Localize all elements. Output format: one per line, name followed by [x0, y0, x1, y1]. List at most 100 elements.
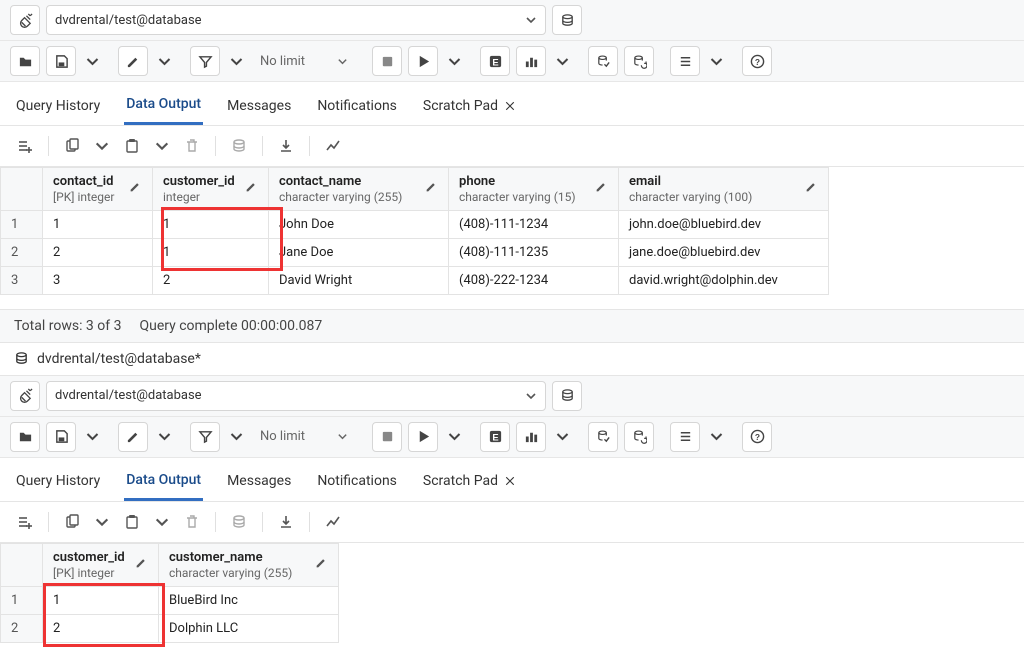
table-row[interactable]: 1 1 BlueBird Inc	[1, 586, 339, 614]
delete-row-button[interactable]	[177, 508, 207, 536]
explain-button[interactable]	[480, 46, 510, 76]
db-info-button[interactable]	[552, 5, 582, 35]
download-button[interactable]	[271, 132, 301, 160]
tab-messages[interactable]: Messages	[225, 467, 293, 499]
edit-more-button[interactable]	[154, 426, 174, 448]
column-header-email[interactable]: emailcharacter varying (100)	[619, 168, 829, 211]
query-tool-panel-2: dvdrental/test@database No limit	[0, 376, 1024, 643]
tab-scratch-pad[interactable]: Scratch Pad	[421, 92, 518, 124]
save-data-button[interactable]	[224, 132, 254, 160]
limit-selector[interactable]: No limit	[252, 46, 356, 76]
limit-selector[interactable]: No limit	[252, 422, 356, 452]
save-more-button[interactable]	[82, 50, 102, 72]
copy-button[interactable]	[57, 132, 87, 160]
save-data-button[interactable]	[224, 508, 254, 536]
column-header-customer-id[interactable]: customer_idinteger	[153, 168, 269, 211]
edit-button[interactable]	[118, 46, 148, 76]
tab-messages[interactable]: Messages	[225, 92, 293, 124]
chevron-down-icon	[525, 14, 537, 26]
pencil-icon[interactable]	[245, 180, 258, 197]
edit-more-button[interactable]	[154, 50, 174, 72]
run-more-button[interactable]	[444, 50, 464, 72]
analyze-more-button[interactable]	[552, 426, 572, 448]
pencil-icon[interactable]	[805, 180, 818, 197]
macros-button[interactable]	[670, 422, 700, 452]
help-button[interactable]	[742, 422, 772, 452]
rollback-button[interactable]	[624, 422, 654, 452]
db-info-button[interactable]	[552, 381, 582, 411]
copy-more-button[interactable]	[93, 132, 111, 160]
commit-button[interactable]	[588, 422, 618, 452]
table-row[interactable]: 1 1 1 John Doe (408)-111-1234 john.doe@b…	[1, 210, 829, 238]
paste-more-button[interactable]	[153, 508, 171, 536]
analyze-button[interactable]	[516, 422, 546, 452]
help-button[interactable]	[742, 46, 772, 76]
disconnect-button[interactable]	[10, 5, 40, 35]
add-row-button[interactable]	[10, 132, 40, 160]
macros-button[interactable]	[670, 46, 700, 76]
filter-more-button[interactable]	[226, 426, 246, 448]
delete-row-button[interactable]	[177, 132, 207, 160]
stop-button[interactable]	[372, 422, 402, 452]
filter-button[interactable]	[190, 422, 220, 452]
disconnect-button[interactable]	[10, 381, 40, 411]
pencil-icon[interactable]	[425, 180, 438, 197]
pencil-icon[interactable]	[135, 556, 148, 573]
open-file-button[interactable]	[10, 422, 40, 452]
table-row[interactable]: 2 2 1 Jane Doe (408)-111-1235 jane.doe@b…	[1, 238, 829, 266]
connection-selector[interactable]: dvdrental/test@database	[46, 381, 546, 411]
save-button[interactable]	[46, 422, 76, 452]
explain-button[interactable]	[480, 422, 510, 452]
paste-button[interactable]	[117, 508, 147, 536]
commit-button[interactable]	[588, 46, 618, 76]
paste-button[interactable]	[117, 132, 147, 160]
tab-query-history[interactable]: Query History	[14, 467, 102, 499]
column-header-customer-name[interactable]: customer_namecharacter varying (255)	[159, 543, 339, 586]
table-row[interactable]: 3 3 2 David Wright (408)-222-1234 david.…	[1, 266, 829, 294]
column-header-customer-id[interactable]: customer_id[PK] integer	[43, 543, 159, 586]
analyze-button[interactable]	[516, 46, 546, 76]
data-grid-2: customer_id[PK] integer customer_namecha…	[0, 543, 1024, 643]
result-table[interactable]: contact_id[PK] integer customer_idintege…	[0, 167, 829, 295]
paste-more-button[interactable]	[153, 132, 171, 160]
graph-button[interactable]	[318, 132, 348, 160]
edit-button[interactable]	[118, 422, 148, 452]
run-button[interactable]	[408, 46, 438, 76]
pencil-icon[interactable]	[595, 180, 608, 197]
copy-more-button[interactable]	[93, 508, 111, 536]
tab-notifications[interactable]: Notifications	[315, 467, 399, 499]
download-button[interactable]	[271, 508, 301, 536]
tab-data-output[interactable]: Data Output	[124, 466, 203, 501]
column-header-contact-id[interactable]: contact_id[PK] integer	[43, 168, 153, 211]
connection-selector[interactable]: dvdrental/test@database	[46, 5, 546, 35]
macros-more-button[interactable]	[706, 50, 726, 72]
save-button[interactable]	[46, 46, 76, 76]
close-icon[interactable]	[504, 100, 516, 112]
filter-more-button[interactable]	[226, 50, 246, 72]
run-more-button[interactable]	[444, 426, 464, 448]
tab-data-output[interactable]: Data Output	[124, 90, 203, 125]
add-row-button[interactable]	[10, 508, 40, 536]
rollback-button[interactable]	[624, 46, 654, 76]
tab-notifications[interactable]: Notifications	[315, 92, 399, 124]
tab-query-history[interactable]: Query History	[14, 92, 102, 124]
result-table[interactable]: customer_id[PK] integer customer_namecha…	[0, 543, 339, 643]
tab-scratch-pad[interactable]: Scratch Pad	[421, 467, 518, 499]
column-header-contact-name[interactable]: contact_namecharacter varying (255)	[269, 168, 449, 211]
analyze-more-button[interactable]	[552, 50, 572, 72]
open-file-button[interactable]	[10, 46, 40, 76]
table-row[interactable]: 2 2 Dolphin LLC	[1, 614, 339, 642]
save-more-button[interactable]	[82, 426, 102, 448]
stop-button[interactable]	[372, 46, 402, 76]
filter-button[interactable]	[190, 46, 220, 76]
pencil-icon[interactable]	[129, 180, 142, 197]
data-output-toolbar	[0, 502, 1024, 543]
run-button[interactable]	[408, 422, 438, 452]
column-header-phone[interactable]: phonecharacter varying (15)	[449, 168, 619, 211]
main-toolbar: No limit	[0, 41, 1024, 82]
copy-button[interactable]	[57, 508, 87, 536]
graph-button[interactable]	[318, 508, 348, 536]
macros-more-button[interactable]	[706, 426, 726, 448]
pencil-icon[interactable]	[315, 556, 328, 573]
close-icon[interactable]	[504, 475, 516, 487]
